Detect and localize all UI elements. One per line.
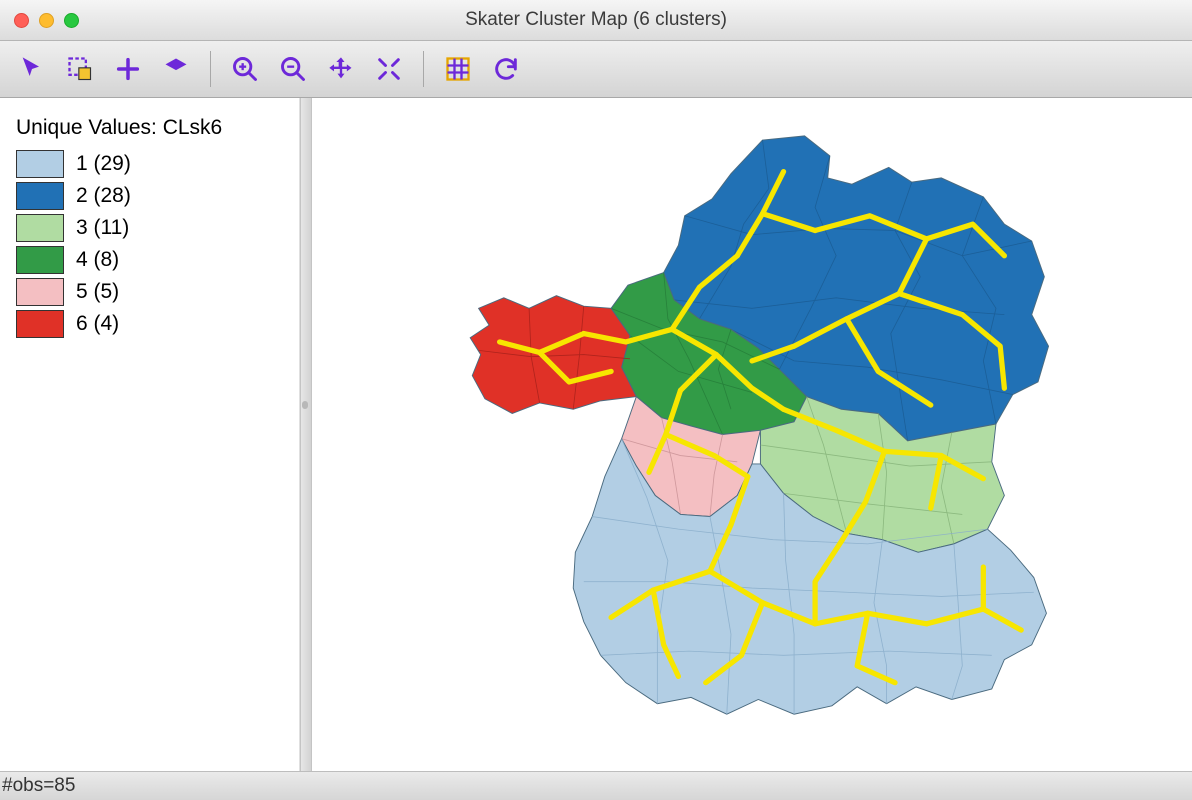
pan-button[interactable]: [319, 47, 363, 91]
legend-swatch: [16, 214, 64, 242]
minimize-icon[interactable]: [39, 13, 54, 28]
zoom-out-button[interactable]: [271, 47, 315, 91]
legend-swatch: [16, 310, 64, 338]
legend-swatch: [16, 150, 64, 178]
window-title: Skater Cluster Map (6 clusters): [0, 9, 1192, 31]
zoom-in-button[interactable]: [223, 47, 267, 91]
basemap-icon: [444, 55, 472, 83]
zoom-window-icon[interactable]: [64, 13, 79, 28]
legend-row[interactable]: 5 (5): [16, 278, 283, 306]
pointer-button[interactable]: [10, 47, 54, 91]
status-text: #obs=85: [2, 775, 75, 797]
splitter[interactable]: [300, 98, 312, 771]
legend-swatch: [16, 278, 64, 306]
pan-icon: [327, 55, 355, 83]
zoom-in-icon: [231, 55, 259, 83]
legend-pane: Unique Values: CLsk6 1 (29) 2 (28) 3 (11…: [0, 98, 300, 771]
layers-icon: [162, 55, 190, 83]
content-area: Unique Values: CLsk6 1 (29) 2 (28) 3 (11…: [0, 98, 1192, 771]
toolbar: [0, 41, 1192, 98]
close-icon[interactable]: [14, 13, 29, 28]
zoom-out-icon: [279, 55, 307, 83]
legend-row[interactable]: 6 (4): [16, 310, 283, 338]
legend-row[interactable]: 1 (29): [16, 150, 283, 178]
legend-swatch: [16, 246, 64, 274]
statusbar: #obs=85: [0, 771, 1192, 800]
legend-row[interactable]: 4 (8): [16, 246, 283, 274]
window-controls: [0, 13, 79, 28]
app-window: Skater Cluster Map (6 clusters): [0, 0, 1192, 800]
legend-label: 3 (11): [76, 216, 129, 240]
layers-button[interactable]: [154, 47, 198, 91]
legend-label: 5 (5): [76, 280, 119, 304]
refresh-button[interactable]: [484, 47, 528, 91]
legend-label: 4 (8): [76, 248, 119, 272]
legend-label: 1 (29): [76, 152, 131, 176]
rect-select-button[interactable]: [58, 47, 102, 91]
add-button[interactable]: [106, 47, 150, 91]
titlebar[interactable]: Skater Cluster Map (6 clusters): [0, 0, 1192, 41]
map-svg: [312, 98, 1192, 771]
pointer-icon: [18, 55, 46, 83]
legend-label: 2 (28): [76, 184, 131, 208]
toolbar-separator: [210, 51, 211, 87]
refresh-icon: [492, 55, 520, 83]
rect-select-icon: [66, 55, 94, 83]
fit-icon: [375, 55, 403, 83]
map-canvas[interactable]: [312, 98, 1192, 771]
plus-icon: [114, 55, 142, 83]
legend-row[interactable]: 2 (28): [16, 182, 283, 210]
basemap-button[interactable]: [436, 47, 480, 91]
legend-row[interactable]: 3 (11): [16, 214, 283, 242]
fit-button[interactable]: [367, 47, 411, 91]
legend-swatch: [16, 182, 64, 210]
toolbar-separator: [423, 51, 424, 87]
legend-label: 6 (4): [76, 312, 119, 336]
region-cluster-6: [470, 296, 636, 414]
legend-title: Unique Values: CLsk6: [16, 116, 283, 140]
